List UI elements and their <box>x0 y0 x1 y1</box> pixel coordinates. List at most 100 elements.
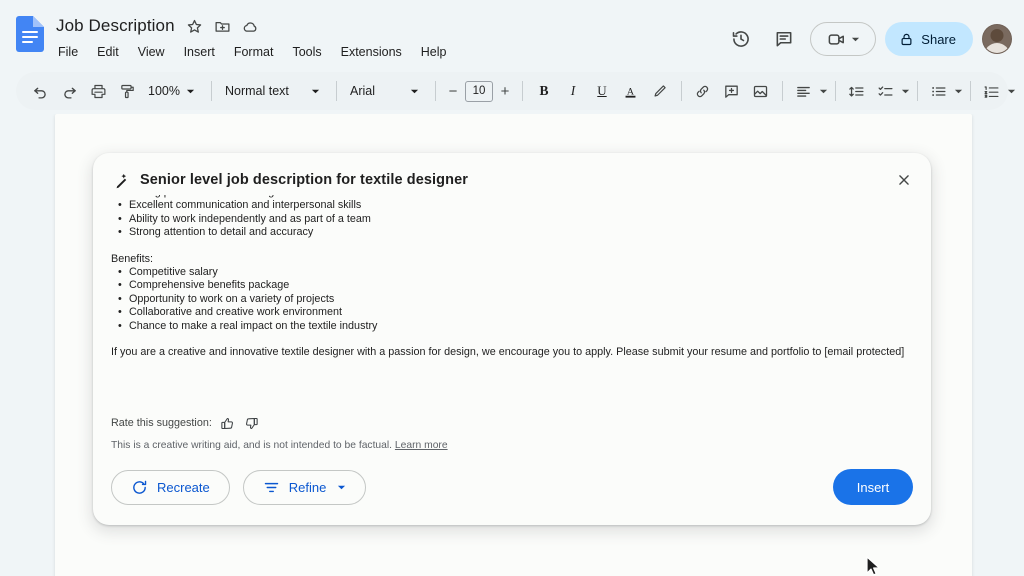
print-button[interactable] <box>84 77 112 105</box>
align-left-icon <box>795 83 812 100</box>
font-family-control[interactable]: Arial <box>344 77 428 105</box>
avatar-face <box>991 29 1004 42</box>
font-size-control: − 10 + <box>443 77 515 105</box>
redo-icon <box>61 83 78 100</box>
join-meeting-button[interactable] <box>810 22 876 56</box>
increase-font-size-button[interactable]: + <box>495 77 515 105</box>
checklist-button[interactable] <box>872 77 900 105</box>
menu-item-view[interactable]: View <box>136 44 167 60</box>
zoom-control[interactable]: 100% <box>142 77 204 105</box>
close-icon <box>897 173 911 187</box>
zoom-value: 100% <box>148 84 180 98</box>
thumb-up-button[interactable] <box>219 415 236 432</box>
recreate-label: Recreate <box>157 480 210 495</box>
print-icon <box>90 83 107 100</box>
add-comment-button[interactable] <box>718 77 746 105</box>
paragraph-style-control[interactable]: Normal text <box>219 77 329 105</box>
divider <box>681 81 682 101</box>
move-to-folder-icon[interactable] <box>214 18 231 35</box>
chevron-down-icon[interactable] <box>954 87 963 96</box>
comments-button[interactable] <box>767 22 801 56</box>
highlight-color-button[interactable] <box>646 77 674 105</box>
font-family-value: Arial <box>350 84 404 98</box>
insert-link-button[interactable] <box>689 77 717 105</box>
chevron-down-icon <box>337 483 346 492</box>
refresh-icon <box>131 479 148 496</box>
numbered-list-button[interactable] <box>978 77 1006 105</box>
insert-image-button[interactable] <box>747 77 775 105</box>
benefits-list: Competitive salary Comprehensive benefit… <box>111 266 913 333</box>
redo-button[interactable] <box>55 77 83 105</box>
disclaimer-text: This is a creative writing aid, and is n… <box>111 440 392 451</box>
qualifications-list: Strong portfolio of textile design work … <box>111 195 913 240</box>
bold-button[interactable]: B <box>530 77 558 105</box>
bulleted-list-button[interactable] <box>925 77 953 105</box>
menu-item-tools[interactable]: Tools <box>290 44 323 60</box>
undo-icon <box>32 83 49 100</box>
ai-suggestion-content[interactable]: Strong portfolio of textile design work … <box>93 195 931 414</box>
share-button[interactable]: Share <box>885 22 973 56</box>
close-dialog-button[interactable] <box>891 167 917 193</box>
insert-link-icon <box>694 83 711 100</box>
highlight-pen-icon <box>651 83 668 100</box>
chevron-down-icon <box>309 87 323 96</box>
page-title[interactable]: Job Description <box>56 16 175 36</box>
star-icon[interactable] <box>186 18 203 35</box>
version-history-button[interactable] <box>724 22 758 56</box>
chevron-down-icon[interactable] <box>1007 87 1016 96</box>
comment-icon <box>774 29 794 49</box>
menu-item-format[interactable]: Format <box>232 44 276 60</box>
menu-item-file[interactable]: File <box>56 44 80 60</box>
google-docs-icon[interactable] <box>16 16 44 52</box>
learn-more-link[interactable]: Learn more <box>395 440 448 451</box>
rate-label: Rate this suggestion: <box>111 417 212 429</box>
chevron-down-icon <box>851 35 860 44</box>
tune-icon <box>263 479 280 496</box>
paint-format-button[interactable] <box>113 77 141 105</box>
list-item: Competitive salary <box>111 266 913 279</box>
spacer <box>111 333 913 346</box>
avatar-body <box>984 43 1010 54</box>
menu-item-help[interactable]: Help <box>419 44 449 60</box>
list-item: Ability to work independently and as par… <box>111 213 913 226</box>
ai-dialog-meta: Rate this suggestion: This is a creative… <box>93 414 931 453</box>
decrease-font-size-button[interactable]: − <box>443 77 463 105</box>
chevron-down-icon[interactable] <box>901 87 910 96</box>
menu-item-extensions[interactable]: Extensions <box>339 44 404 60</box>
undo-button[interactable] <box>26 77 54 105</box>
divider <box>435 81 436 101</box>
bulleted-list-icon <box>930 83 947 100</box>
divider <box>336 81 337 101</box>
ai-dialog-title: Senior level job description for textile… <box>140 171 891 189</box>
refine-label: Refine <box>289 480 327 495</box>
list-item: Excellent communication and interpersona… <box>111 199 913 212</box>
line-spacing-button[interactable] <box>843 77 871 105</box>
thumb-down-icon <box>244 416 259 431</box>
thumb-down-button[interactable] <box>243 415 260 432</box>
underline-button[interactable]: U <box>588 77 616 105</box>
toolbar-container: 100% Normal text Arial − 10 + B <box>0 68 1024 114</box>
recreate-button[interactable]: Recreate <box>111 470 230 505</box>
rating-row: Rate this suggestion: <box>111 414 913 432</box>
italic-button[interactable]: I <box>559 77 587 105</box>
font-size-input[interactable]: 10 <box>465 81 493 102</box>
insert-button[interactable]: Insert <box>833 469 913 505</box>
divider <box>970 81 971 101</box>
menu-item-insert[interactable]: Insert <box>182 44 217 60</box>
lock-icon <box>899 32 914 47</box>
avatar[interactable] <box>982 24 1012 54</box>
cloud-saved-icon[interactable] <box>242 18 259 35</box>
divider <box>917 81 918 101</box>
refine-button[interactable]: Refine <box>243 470 367 505</box>
text-color-icon: A <box>622 83 639 100</box>
align-button[interactable] <box>790 77 818 105</box>
paragraph-style-value: Normal text <box>225 84 305 98</box>
add-comment-icon <box>723 83 740 100</box>
numbered-list-icon <box>983 83 1000 100</box>
app-bar: Job Description File Edit View Insert Fo… <box>0 0 1024 68</box>
chevron-down-icon[interactable] <box>819 87 828 96</box>
list-item: Strong attention to detail and accuracy <box>111 226 913 239</box>
video-camera-icon <box>827 30 846 49</box>
menu-item-edit[interactable]: Edit <box>95 44 121 60</box>
text-color-button[interactable]: A <box>617 77 645 105</box>
